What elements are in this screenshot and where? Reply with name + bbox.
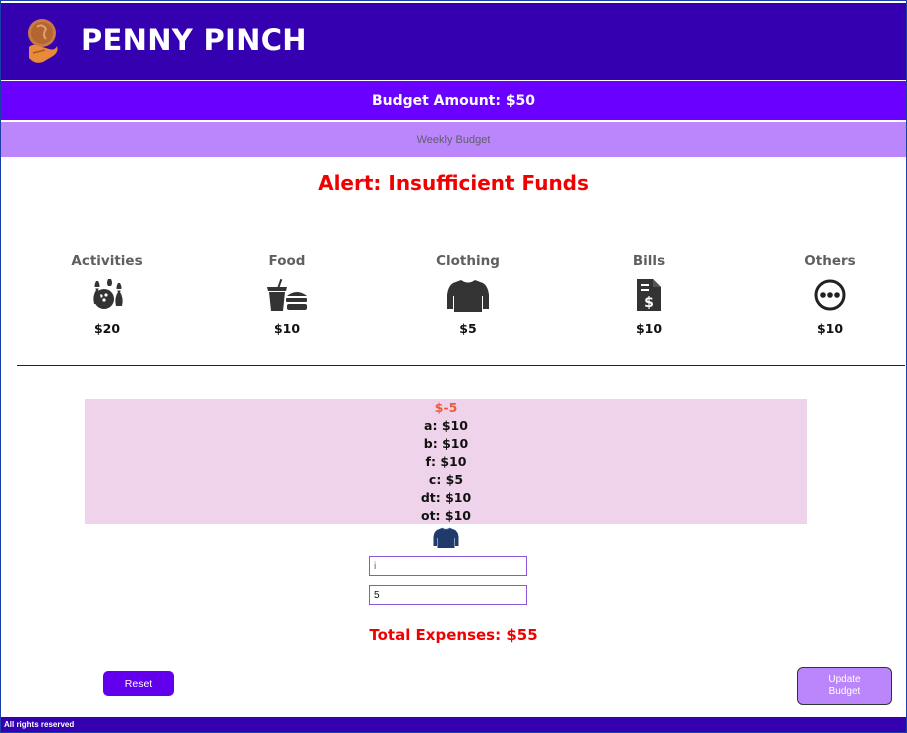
remaining-balance: $-5 bbox=[434, 400, 458, 415]
category-activities[interactable]: Activities $20 bbox=[37, 251, 177, 336]
more-dots-icon bbox=[814, 279, 846, 311]
coin-hand-icon bbox=[28, 19, 58, 63]
insufficient-funds-alert: Alert: Insufficient Funds bbox=[318, 171, 589, 195]
category-clothing[interactable]: Clothing $5 bbox=[398, 251, 538, 336]
total-expenses: Total Expenses: $55 bbox=[369, 626, 538, 644]
category-others[interactable]: Others $10 bbox=[760, 251, 900, 336]
summary-line: ot: $10 bbox=[420, 508, 471, 523]
expense-description-input[interactable] bbox=[369, 556, 527, 576]
category-name: Activities bbox=[71, 253, 143, 269]
expense-summary: $-5 a: $10 b: $10 f: $10 c: $5 dt: $10 o… bbox=[85, 399, 807, 524]
category-name: Food bbox=[268, 253, 306, 269]
summary-line: dt: $10 bbox=[420, 490, 472, 505]
section-divider bbox=[17, 365, 905, 366]
app-window: PENNY PINCH Budget Amount: $50 Weekly Bu… bbox=[0, 0, 907, 733]
category-food[interactable]: Food $10 bbox=[217, 251, 357, 336]
bowling-icon bbox=[93, 279, 123, 309]
shirt-icon bbox=[433, 527, 459, 548]
bill-file-icon: $ bbox=[637, 279, 661, 311]
category-amount: $10 bbox=[273, 321, 301, 336]
summary-line: b: $10 bbox=[423, 436, 469, 451]
category-amount: $10 bbox=[635, 321, 663, 336]
category-name: Bills bbox=[632, 253, 666, 269]
expense-amount-input[interactable] bbox=[369, 585, 527, 605]
category-name: Clothing bbox=[436, 253, 500, 269]
svg-text:$: $ bbox=[644, 295, 654, 311]
shirt-icon bbox=[447, 280, 489, 312]
category-amount: $5 bbox=[459, 321, 477, 336]
summary-line: c: $5 bbox=[428, 472, 464, 487]
footer: All rights reserved bbox=[1, 717, 906, 732]
summary-line: f: $10 bbox=[425, 454, 467, 469]
update-budget-button[interactable]: Update Budget bbox=[797, 667, 892, 705]
category-amount: $10 bbox=[816, 321, 844, 336]
summary-line: a: $10 bbox=[424, 418, 468, 433]
category-list: Activities $20 Food $10 Clothing $5 Bill… bbox=[17, 251, 905, 351]
fast-food-icon bbox=[267, 278, 307, 311]
budget-amount-label: Budget Amount: $50 bbox=[1, 81, 906, 120]
category-amount: $20 bbox=[93, 321, 121, 336]
header: PENNY PINCH bbox=[1, 3, 906, 80]
reset-button[interactable]: Reset bbox=[103, 671, 174, 696]
category-name: Others bbox=[804, 253, 856, 269]
category-bills[interactable]: Bills $ $10 bbox=[579, 251, 719, 336]
app-title: PENNY PINCH bbox=[81, 23, 307, 57]
budget-period-label: Weekly Budget bbox=[1, 122, 906, 157]
